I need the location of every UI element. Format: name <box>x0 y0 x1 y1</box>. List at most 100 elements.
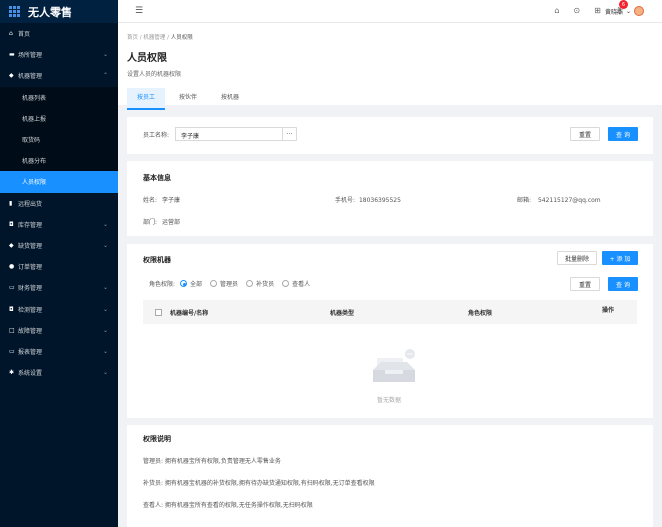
sidebar-item-label: 系统设置 <box>18 370 43 378</box>
search-card: 员工名称: 李子康 ··· 重置 查 询 <box>127 117 653 154</box>
sidebar-item-report[interactable]: ▭ 报表管理 ⌄ <box>0 341 118 362</box>
sidebar-nav: ⌂ 首页 ▬ 场所管理 ⌄ ◆ 机器管理 ⌃ 机器列表 机器上报 取货码 机器分布 人员权限 ▮ 远程出货 ◘… <box>0 23 118 383</box>
radio-dot-icon <box>246 280 254 287</box>
phone-value: 18036395525 <box>358 197 401 204</box>
page-title: 人员权限 <box>127 53 167 64</box>
breadcrumb-machine[interactable]: 机器管理 <box>143 35 165 41</box>
app-logo[interactable]: 无人零售 <box>0 0 118 23</box>
name-label: 姓名: <box>143 197 158 204</box>
settings-icon: ✱ <box>9 369 15 377</box>
tab-by-machine[interactable]: 按机器 <box>211 88 249 110</box>
stock-icon: ◘ <box>9 220 14 228</box>
perm-desc-title: 权限说明 <box>143 435 171 443</box>
desc-restocker: 补货员: 拥有机器宝机器的补货权限,拥有待办缺货通知权限,有扫码权限,无订单查看… <box>143 480 375 487</box>
chevron-down-icon: ⌄ <box>102 326 108 334</box>
sidebar-item-label: 首页 <box>18 31 31 39</box>
grid-logo-icon <box>9 6 20 17</box>
user-name: 黄晓燕 <box>604 8 623 16</box>
radio-admin[interactable]: 管理员 <box>210 279 238 288</box>
role-filter: 角色权限: 全部 管理员 补货员 查看人 <box>149 279 318 288</box>
add-button[interactable]: + 添 加 <box>602 251 638 265</box>
chevron-down-icon: ⌄ <box>102 284 108 292</box>
tab-by-partner[interactable]: 按伙伴 <box>169 88 207 110</box>
radio-restocker-label: 补货员 <box>256 281 275 288</box>
sidebar-item-label: 财务管理 <box>18 285 43 293</box>
report-icon: ▭ <box>9 347 15 355</box>
machine-icon: ◆ <box>9 72 14 80</box>
app-title: 无人零售 <box>28 5 72 19</box>
page-header: 首页 / 机器管理 / 人员权限 人员权限 设置人员的机器权限 按员工 按伙伴 … <box>118 23 662 110</box>
sidebar-subitem[interactable]: 人员权限 <box>0 171 118 193</box>
tabs: 按员工 按伙伴 按机器 <box>127 88 653 110</box>
table-header: 机器编号/名称 机器类型 角色权限 操作 <box>143 300 637 324</box>
radio-dot-icon <box>282 280 290 287</box>
radio-dot-icon <box>180 280 188 287</box>
sidebar-item-ship[interactable]: ▮ 远程出货 <box>0 193 118 214</box>
sidebar-item-label: 场所管理 <box>18 52 43 60</box>
chevron-down-icon: ⌄ <box>102 305 108 313</box>
sidebar-subitem[interactable]: 取货码 <box>0 128 118 151</box>
col-actions: 操作 <box>602 307 615 314</box>
phone-label: 手机号: <box>335 197 356 204</box>
col-role: 角色权限 <box>468 310 493 317</box>
breadcrumb-current: 人员权限 <box>170 35 193 41</box>
chevron-down-icon: ⌄ <box>102 220 108 228</box>
empty-box-icon <box>373 349 415 382</box>
sidebar-subitem[interactable]: 机器列表 <box>0 86 118 108</box>
select-all-checkbox[interactable] <box>155 309 162 316</box>
radio-all-label: 全部 <box>190 281 203 288</box>
desc-admin: 管理员: 拥有机器宝所有权限,负责管理无人零售业务 <box>143 458 281 465</box>
employee-name-value: 李子康 <box>181 133 200 140</box>
employee-name-label: 员工名称: <box>143 132 170 139</box>
sidebar-subitem[interactable]: 机器上报 <box>0 107 118 129</box>
fault-icon: □ <box>9 326 15 334</box>
employee-name-input[interactable]: 李子康 <box>175 127 283 141</box>
radio-all[interactable]: 全部 <box>180 279 202 288</box>
role-filter-label: 角色权限: <box>149 281 176 288</box>
sidebar-item-label: 缺货管理 <box>18 242 43 250</box>
home-icon[interactable]: ⌂ <box>554 6 559 15</box>
sidebar-item-finance[interactable]: ▭ 财务管理 ⌄ <box>0 277 118 298</box>
filter-reset-button[interactable]: 重置 <box>570 277 600 291</box>
more-button[interactable]: ··· <box>282 127 297 141</box>
sidebar-item-order[interactable]: ● 订单管理 <box>0 256 118 277</box>
dept-value: 运营部 <box>161 219 180 226</box>
tab-by-employee[interactable]: 按员工 <box>127 88 166 110</box>
phone-field: 手机号: 18036395525 <box>335 195 401 204</box>
sidebar: 无人零售 ⌂ 首页 ▬ 场所管理 ⌄ ◆ 机器管理 ⌃ 机器列表 机器上报 取货码 机器分布 人员权限 ▮… <box>0 0 118 527</box>
sidebar-item-label: 订单管理 <box>18 264 43 272</box>
sidebar-item-detect[interactable]: ◘ 检测管理 ⌄ <box>0 298 118 319</box>
sidebar-item-place[interactable]: ▬ 场所管理 ⌄ <box>0 44 118 65</box>
name-field: 姓名: 李子康 <box>143 195 180 204</box>
sidebar-subitem[interactable]: 机器分布 <box>0 150 118 172</box>
apps-icon[interactable]: ⊞ <box>594 6 601 15</box>
radio-viewer-label: 查看人 <box>292 281 311 288</box>
name-value: 李子康 <box>161 197 180 204</box>
target-icon[interactable]: ⊙ <box>573 6 580 15</box>
menu-toggle-icon[interactable]: ☰ <box>135 6 143 16</box>
sidebar-item-stock[interactable]: ◘ 库存管理 ⌄ <box>0 214 118 235</box>
dept-field: 部门: 运营部 <box>143 217 180 226</box>
perm-desc-card: 权限说明 管理员: 拥有机器宝所有权限,负责管理无人零售业务 补货员: 拥有机器… <box>127 425 653 527</box>
batch-delete-button[interactable]: 批量删除 <box>557 251 597 265</box>
query-button[interactable]: 查 询 <box>608 127 638 141</box>
finance-icon: ▭ <box>9 284 15 292</box>
sidebar-item-fault[interactable]: □ 故障管理 ⌄ <box>0 320 118 341</box>
filter-query-button[interactable]: 查 询 <box>608 277 638 291</box>
user-menu[interactable]: 黄晓燕 ⌄ <box>605 6 644 16</box>
sidebar-item-home[interactable]: ⌂ 首页 <box>0 23 118 44</box>
sidebar-item-machine[interactable]: ◆ 机器管理 ⌃ <box>0 65 118 86</box>
basic-info-card: 基本信息 姓名: 李子康 手机号: 18036395525 邮箱: 542115… <box>127 161 653 236</box>
home-icon: ⌂ <box>9 30 13 38</box>
breadcrumb-home[interactable]: 首页 <box>127 35 138 41</box>
reset-button[interactable]: 重置 <box>570 127 600 141</box>
radio-restocker[interactable]: 补货员 <box>246 279 274 288</box>
sidebar-item-shortage[interactable]: ◆ 缺货管理 ⌄ <box>0 235 118 256</box>
perm-machines-card: 权限机器 批量删除 + 添 加 角色权限: 全部 管理员 补货员 查看人 重置 … <box>127 244 653 418</box>
sidebar-item-label: 库存管理 <box>18 221 43 229</box>
sidebar-item-label: 机器管理 <box>18 73 43 81</box>
sidebar-item-label: 检测管理 <box>18 306 43 314</box>
sidebar-item-settings[interactable]: ✱ 系统设置 ⌄ <box>0 362 118 383</box>
avatar[interactable] <box>634 6 644 16</box>
radio-viewer[interactable]: 查看人 <box>282 279 310 288</box>
